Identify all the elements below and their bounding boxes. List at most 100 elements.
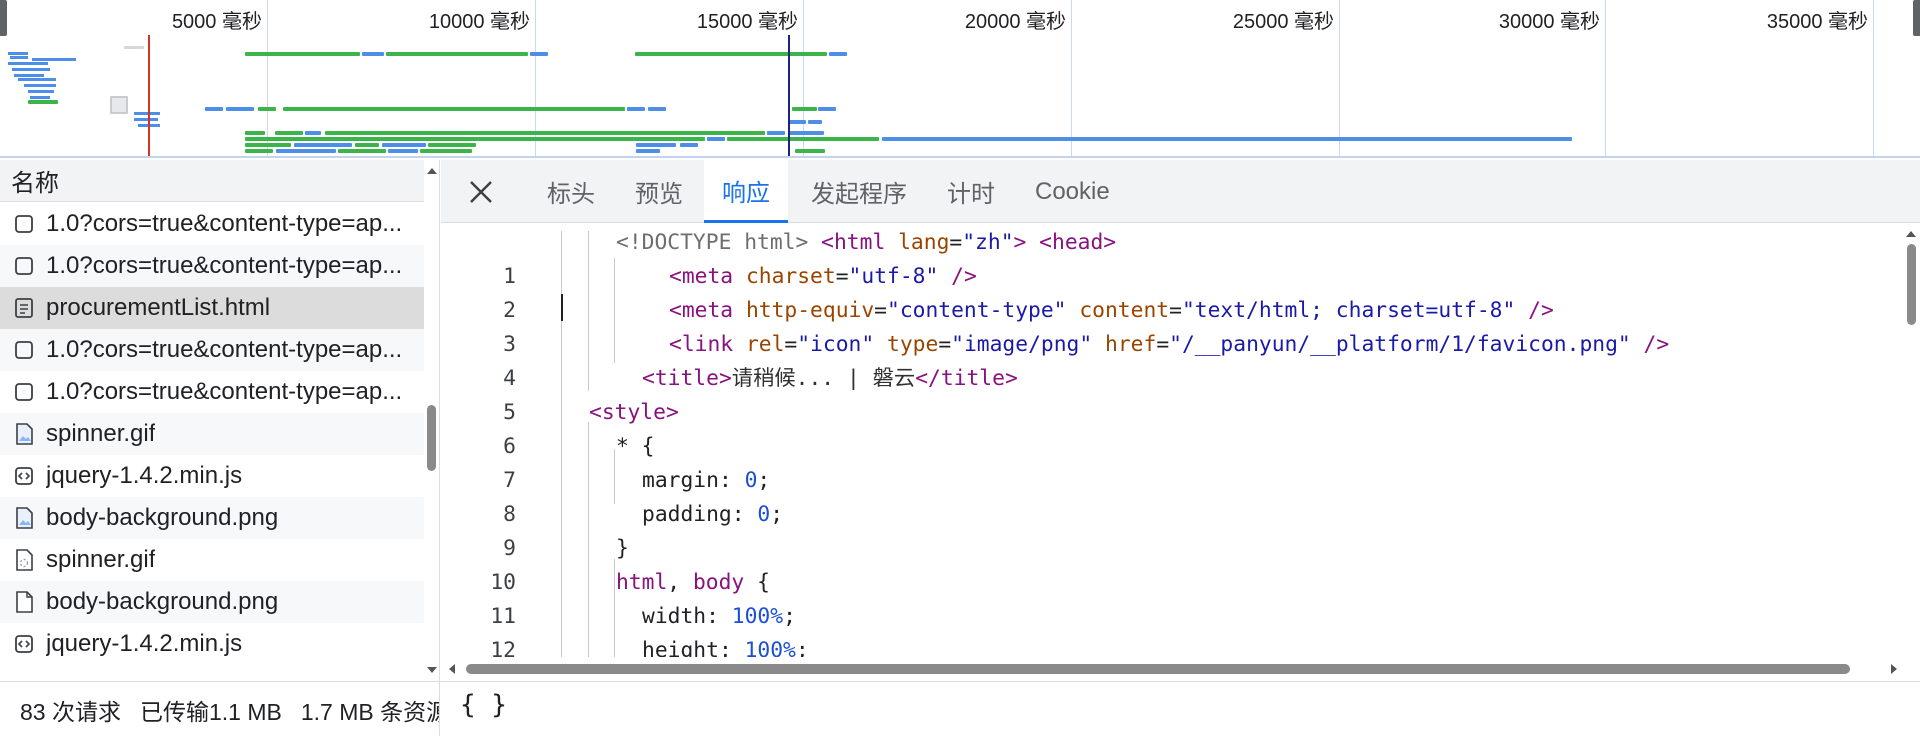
scrollbar-thumb[interactable] [1907,244,1916,325]
detail-tab-bar: 标头 预览 响应 发起程序 计时 Cookie [441,160,1920,223]
property-token: padding [642,502,732,527]
request-row[interactable]: 1.0?cors=true&content-type=ap... [0,203,424,245]
code-token: : [706,604,732,629]
request-row[interactable]: procurementList.html [0,287,424,329]
code-vertical-scrollbar[interactable] [1903,223,1920,673]
tab-preview[interactable]: 预览 [635,160,683,223]
tab-label: 预览 [635,181,683,208]
network-summary: 83 次请求 已传输1.1 MB 1.7 MB 条资源 [0,682,440,736]
code-token: /> [938,264,977,289]
code-token: < [642,366,655,391]
code-token: < [669,298,682,323]
code-token: < [669,332,682,357]
scroll-left-arrow-icon[interactable] [449,664,455,674]
request-row[interactable]: 1.0?cors=true&content-type=ap... [0,245,424,287]
code-token: > [665,400,679,425]
timeline-tick-label: 30000 毫秒 [1498,11,1600,33]
checkbox-icon [13,254,35,278]
tag-token: meta [681,264,734,289]
code-token: = [949,230,963,255]
column-header-name[interactable]: 名称 [0,160,439,202]
scroll-up-arrow-icon[interactable] [1906,231,1916,237]
close-icon[interactable] [465,176,497,208]
request-row[interactable]: jquery-1.4.2.min.js [0,455,424,497]
value-token: "icon" [797,332,875,357]
code-line: 6 <style> [441,396,1903,459]
attr-token: content [1079,298,1170,323]
tab-timing[interactable]: 计时 [947,160,995,223]
code-line: 8 margin: 0; [441,464,1903,527]
code-token: { [744,570,770,595]
tab-cookies[interactable]: Cookie [1035,160,1110,223]
code-line: 1 <!DOCTYPE html> <html lang="zh"> <head… [441,226,1903,289]
checkbox-icon [13,338,35,362]
code-line: 5 <title>请稍候... | 磐云</title> [441,362,1903,425]
attr-token: type [887,332,939,357]
request-name: procurementList.html [46,294,271,321]
code-token: = [938,332,952,357]
code-token: } [616,536,629,561]
request-row[interactable]: spinner.gif [0,539,424,581]
tab-initiator[interactable]: 发起程序 [811,160,907,223]
checkbox-icon [13,380,35,404]
number-token: 100% [731,604,784,629]
code-token: : [718,638,745,657]
request-row[interactable]: 1.0?cors=true&content-type=ap... [0,371,424,413]
tag-token: style [601,400,666,425]
response-code-viewer[interactable]: 1 <!DOCTYPE html> <html lang="zh"> <head… [441,223,1903,657]
scroll-right-arrow-icon[interactable] [1891,664,1897,674]
timeline-tick-label: 5000 毫秒 [171,11,262,33]
timeline-right-handle[interactable] [1913,0,1920,36]
tab-headers[interactable]: 标头 [547,160,595,223]
code-token: ; [757,468,771,493]
transferred-size: 已传输1.1 MB [139,698,282,725]
network-overview-timeline[interactable]: 5000 毫秒 10000 毫秒 15000 毫秒 20000 毫秒 25000… [0,0,1920,158]
value-token: "content-type" [887,298,1067,323]
timeline-gridline [1071,0,1072,156]
request-name: 1.0?cors=true&content-type=ap... [46,336,403,363]
code-token: ; [795,638,809,657]
tag-token: title [654,366,719,391]
code-horizontal-scrollbar[interactable] [441,657,1903,681]
text-caret [561,294,563,321]
spinner-file-icon [13,548,35,572]
scroll-down-arrow-icon[interactable] [427,667,437,673]
request-list-scrollbar[interactable] [424,160,439,681]
request-row[interactable]: spinner.gif [0,413,424,455]
document-icon [13,296,35,320]
code-line: 10 } [441,532,1903,595]
request-name: 1.0?cors=true&content-type=ap... [46,252,403,279]
timeline-left-handle[interactable] [0,0,7,36]
code-token: = [784,332,798,357]
resources-size: 1.7 MB 条资源 [300,698,440,725]
scrollbar-thumb[interactable] [427,405,436,471]
domcontentloaded-marker [788,35,790,156]
timeline-tick-label: 35000 毫秒 [1766,11,1868,33]
request-row[interactable]: body-background.png [0,581,424,623]
code-token: < [669,264,682,289]
value-token: "text/html; charset=utf-8" [1181,298,1516,323]
timeline-tick-label: 10000 毫秒 [428,11,530,33]
pretty-print-button[interactable]: { } [460,690,507,720]
attr-token: rel [745,332,785,357]
timeline-gridline [1873,0,1874,156]
request-name: jquery-1.4.2.min.js [46,630,243,657]
tag-token: link [681,332,734,357]
attr-token: http-equiv [745,298,875,323]
request-row[interactable]: jquery-1.4.2.min.js [0,623,424,665]
code-line: 12 width: 100%; [441,600,1903,657]
tab-label: 发起程序 [811,181,907,208]
timeline-tick-label: 20000 毫秒 [964,11,1066,33]
selector-token: html [616,570,668,595]
request-name: spinner.gif [46,546,156,573]
request-row[interactable]: 1.0?cors=true&content-type=ap... [0,329,424,371]
scrollbar-thumb[interactable] [466,664,1850,674]
number-token: 0 [744,468,758,493]
tab-response[interactable]: 响应 [704,160,788,223]
request-row[interactable]: body-background.png [0,497,424,539]
request-detail-panel: 标头 预览 响应 发起程序 计时 Cookie 1 <!DOCTYPE html… [441,160,1920,681]
column-header-label: 名称 [11,170,59,197]
code-token: = [835,264,849,289]
scroll-up-arrow-icon[interactable] [427,168,437,174]
text-token: 请稍候... | 磐云 [731,366,916,391]
